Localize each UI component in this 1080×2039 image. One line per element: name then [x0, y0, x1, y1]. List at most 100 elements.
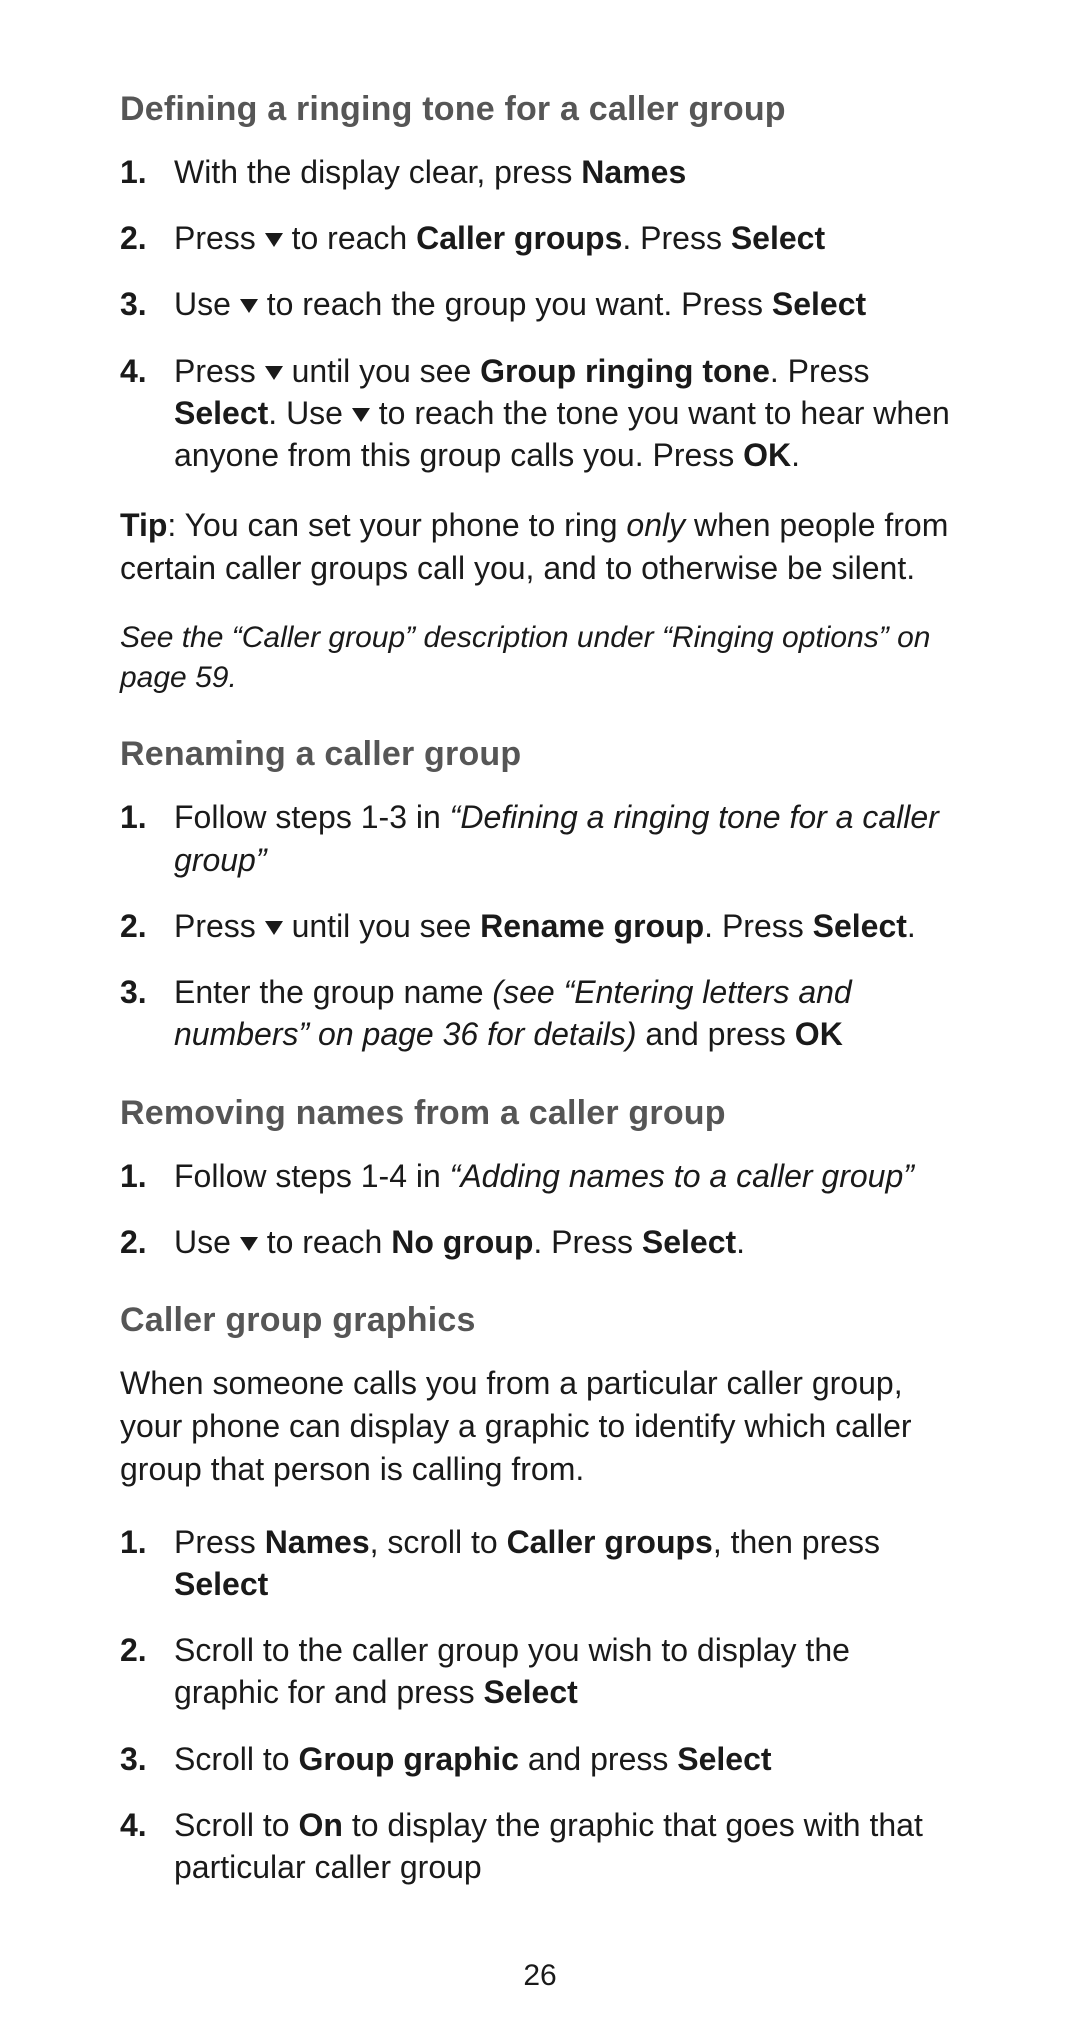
italic-text: “Adding names to a caller group”: [450, 1158, 914, 1194]
step-body: Use to reach No group. Press Select.: [174, 1221, 960, 1263]
text: With the display clear, press: [174, 154, 581, 190]
ui-label: Caller groups: [507, 1524, 713, 1560]
down-arrow-icon: [265, 215, 283, 257]
heading-renaming: Renaming a caller group: [120, 735, 960, 774]
ui-label: On: [298, 1807, 342, 1843]
list-item: 1. Follow steps 1-4 in “Adding names to …: [120, 1155, 960, 1197]
step-body: Use to reach the group you want. Press S…: [174, 283, 960, 325]
ui-label: Rename group: [480, 908, 704, 944]
step-number: 2.: [120, 905, 174, 947]
step-body: Enter the group name (see “Entering lett…: [174, 971, 960, 1055]
list-item: 1. With the display clear, press Names: [120, 151, 960, 193]
step-number: 2.: [120, 1629, 174, 1671]
text: Press: [174, 353, 265, 389]
ui-label: Select: [484, 1674, 578, 1710]
text: : You can set your phone to ring: [167, 507, 626, 543]
down-arrow-icon: [265, 903, 283, 945]
text: Enter the group name: [174, 974, 492, 1010]
heading-removing: Removing names from a caller group: [120, 1094, 960, 1133]
step-number: 3.: [120, 283, 174, 325]
text: to reach: [258, 1224, 391, 1260]
ui-label: Names: [265, 1524, 370, 1560]
list-item: 4. Scroll to On to display the graphic t…: [120, 1804, 960, 1888]
text: Scroll to: [174, 1807, 298, 1843]
text: , scroll to: [370, 1524, 507, 1560]
text: Press: [174, 220, 265, 256]
text: . Use: [268, 395, 352, 431]
text: until you see: [283, 353, 480, 389]
italic-text: only: [626, 507, 685, 543]
step-number: 4.: [120, 350, 174, 392]
text: to reach the group you want. Press: [258, 286, 772, 322]
steps-defining: 1. With the display clear, press Names 2…: [120, 151, 960, 476]
text: Use: [174, 286, 240, 322]
text: . Press: [533, 1224, 641, 1260]
steps-graphics: 1. Press Names, scroll to Caller groups,…: [120, 1521, 960, 1889]
ui-label: Select: [772, 286, 866, 322]
intro-graphics: When someone calls you from a particular…: [120, 1362, 960, 1491]
step-number: 1.: [120, 1521, 174, 1563]
ui-label: Select: [677, 1741, 771, 1777]
text: . Press: [622, 220, 730, 256]
step-number: 4.: [120, 1804, 174, 1846]
ui-label: Group ringing tone: [480, 353, 770, 389]
text: Follow steps 1-4 in: [174, 1158, 450, 1194]
step-number: 1.: [120, 151, 174, 193]
list-item: 2. Press to reach Caller groups. Press S…: [120, 217, 960, 259]
text: .: [791, 437, 800, 473]
step-number: 1.: [120, 1155, 174, 1197]
ui-label: No group: [391, 1224, 533, 1260]
list-item: 3. Use to reach the group you want. Pres…: [120, 283, 960, 325]
list-item: 4. Press until you see Group ringing ton…: [120, 350, 960, 477]
step-body: Scroll to Group graphic and press Select: [174, 1738, 960, 1780]
ui-label: Select: [731, 220, 825, 256]
step-number: 1.: [120, 796, 174, 838]
text: Use: [174, 1224, 240, 1260]
text: Press: [174, 1524, 265, 1560]
down-arrow-icon: [265, 348, 283, 390]
step-body: Follow steps 1-3 in “Defining a ringing …: [174, 796, 960, 880]
text: . Press: [704, 908, 812, 944]
step-body: Press Names, scroll to Caller groups, th…: [174, 1521, 960, 1605]
heading-graphics: Caller group graphics: [120, 1301, 960, 1340]
text: .: [736, 1224, 745, 1260]
ui-label: Names: [581, 154, 686, 190]
list-item: 2. Use to reach No group. Press Select.: [120, 1221, 960, 1263]
text: to reach: [283, 220, 416, 256]
tip-paragraph: Tip: You can set your phone to ring only…: [120, 504, 960, 590]
ui-label: Select: [813, 908, 907, 944]
text: . Press: [770, 353, 870, 389]
list-item: 3. Enter the group name (see “Entering l…: [120, 971, 960, 1055]
list-item: 2. Scroll to the caller group you wish t…: [120, 1629, 960, 1713]
text: Press: [174, 908, 265, 944]
list-item: 3. Scroll to Group graphic and press Sel…: [120, 1738, 960, 1780]
ui-label: OK: [743, 437, 791, 473]
down-arrow-icon: [240, 1219, 258, 1261]
text: Scroll to: [174, 1741, 298, 1777]
down-arrow-icon: [352, 390, 370, 432]
list-item: 2. Press until you see Rename group. Pre…: [120, 905, 960, 947]
step-body: Follow steps 1-4 in “Adding names to a c…: [174, 1155, 960, 1197]
list-item: 1. Follow steps 1-3 in “Defining a ringi…: [120, 796, 960, 880]
step-number: 3.: [120, 1738, 174, 1780]
ui-label: Select: [642, 1224, 736, 1260]
ui-label: Group graphic: [298, 1741, 518, 1777]
step-body: Scroll to the caller group you wish to d…: [174, 1629, 960, 1713]
text: Follow steps 1-3 in: [174, 799, 450, 835]
step-body: Press until you see Group ringing tone. …: [174, 350, 960, 477]
list-item: 1. Press Names, scroll to Caller groups,…: [120, 1521, 960, 1605]
text: and press: [519, 1741, 677, 1777]
step-body: Press until you see Rename group. Press …: [174, 905, 960, 947]
ui-label: Caller groups: [416, 220, 622, 256]
document-page: Defining a ringing tone for a caller gro…: [0, 0, 1080, 2039]
ui-label: Select: [174, 1566, 268, 1602]
step-number: 2.: [120, 217, 174, 259]
step-body: Press to reach Caller groups. Press Sele…: [174, 217, 960, 259]
steps-renaming: 1. Follow steps 1-3 in “Defining a ringi…: [120, 796, 960, 1055]
page-number: 26: [0, 1959, 1080, 1993]
heading-defining: Defining a ringing tone for a caller gro…: [120, 90, 960, 129]
text: .: [907, 908, 916, 944]
ui-label: OK: [795, 1016, 843, 1052]
step-number: 3.: [120, 971, 174, 1013]
text: , then press: [713, 1524, 880, 1560]
